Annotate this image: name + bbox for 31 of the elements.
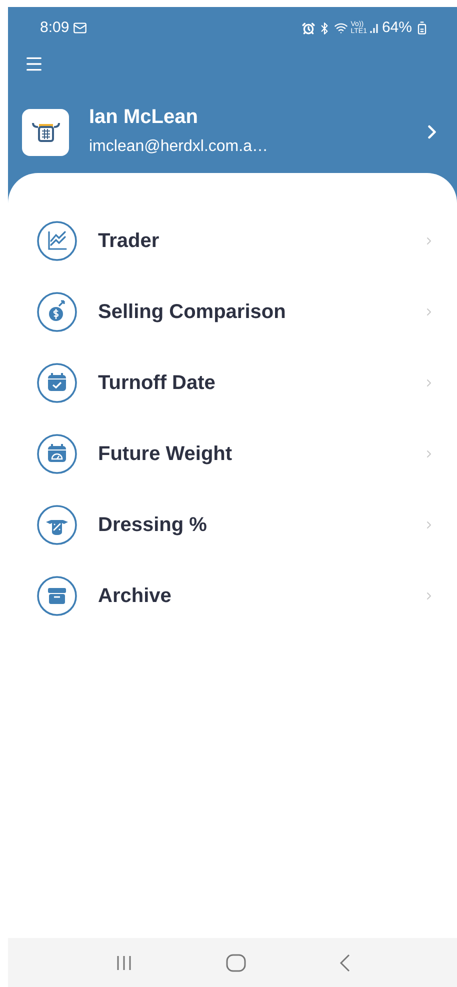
- signal-icon: [370, 23, 379, 33]
- menu-label: Dressing %: [98, 512, 208, 538]
- menu-label: Turnoff Date: [98, 370, 216, 396]
- mail-icon: [73, 21, 88, 35]
- herd-logo-icon: [30, 120, 60, 144]
- wifi-icon: [334, 21, 348, 35]
- menu-item[interactable]: Archive: [8, 560, 457, 631]
- carcass-icon: [37, 504, 77, 544]
- menu-label: Selling Comparison: [98, 300, 287, 324]
- menu-label: Trader: [98, 228, 160, 254]
- menu-label: Archive: [98, 584, 172, 608]
- calendar-gauge-icon: [37, 434, 77, 474]
- battery-icon: [415, 21, 429, 35]
- archive-icon: [37, 576, 77, 616]
- recent-apps-icon[interactable]: [114, 954, 132, 970]
- status-time: 8:09: [40, 18, 70, 38]
- menu-item[interactable]: Turnoff Date: [8, 347, 457, 418]
- chart-icon: [37, 220, 77, 260]
- back-icon[interactable]: [338, 954, 350, 972]
- menu-item[interactable]: Selling Comparison: [8, 276, 457, 347]
- profile-name: Ian McLean: [89, 105, 199, 129]
- coin-icon: [37, 292, 77, 332]
- profile-email: imclean@herdxl.com.a…: [89, 137, 269, 157]
- menu-item[interactable]: Dressing %: [8, 489, 457, 560]
- home-icon[interactable]: [226, 954, 246, 972]
- menu-item[interactable]: Future Weight: [8, 418, 457, 489]
- battery-percent: 64%: [382, 18, 412, 38]
- menu-label: Future Weight: [98, 442, 234, 466]
- alarm-icon: [302, 22, 315, 34]
- calendar-check-icon: [37, 362, 77, 402]
- menu-item[interactable]: Trader: [8, 205, 457, 276]
